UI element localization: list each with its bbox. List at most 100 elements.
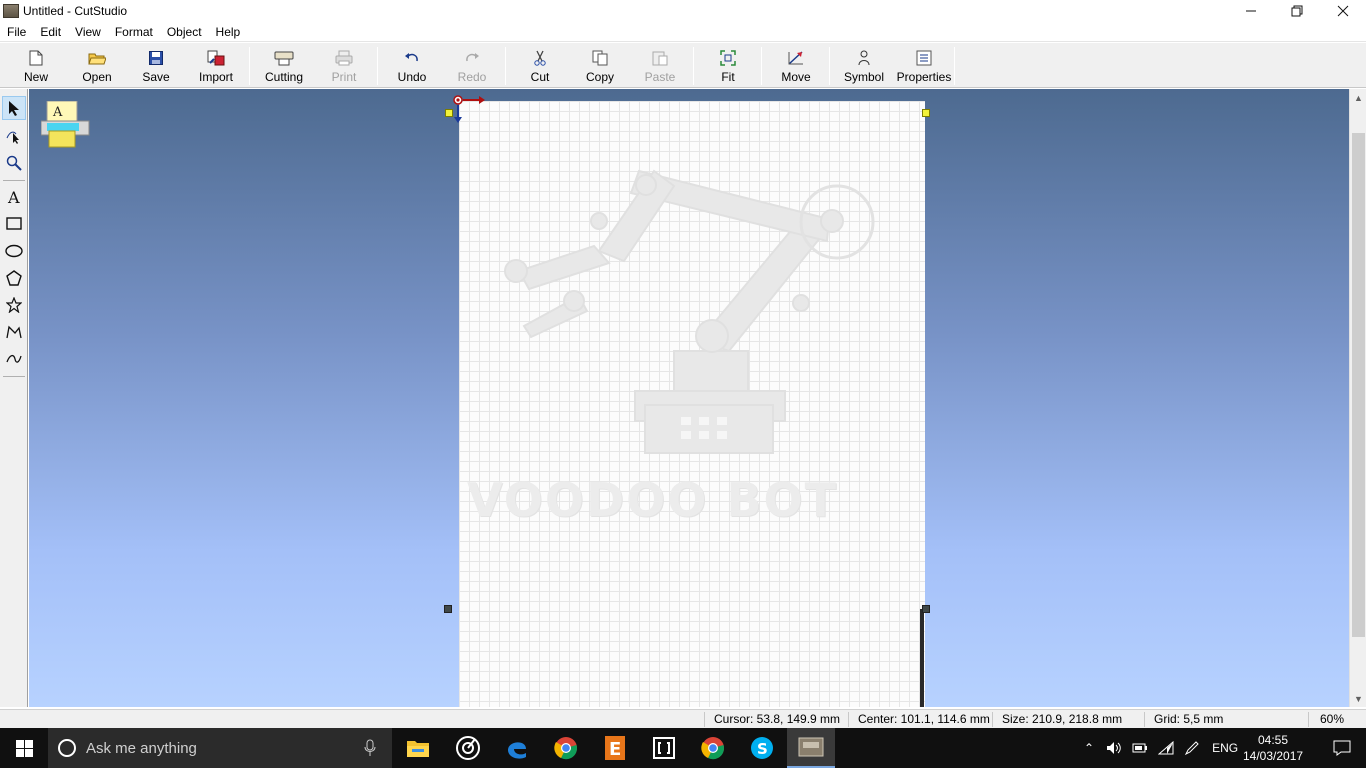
cut-button[interactable]: Cut <box>522 46 558 86</box>
fit-icon <box>718 48 738 68</box>
cutstudio-app-icon[interactable] <box>3 4 19 18</box>
search-placeholder: Ask me anything <box>86 739 197 757</box>
notification-icon <box>1333 740 1351 756</box>
selection-center: Center: 101.1, 114.6 mm <box>858 712 990 726</box>
taskbar-cutstudio[interactable] <box>787 728 835 768</box>
open-folder-icon <box>87 48 107 68</box>
title-bar: Untitled - CutStudio <box>0 0 1366 22</box>
text-object-thumbnail-icon[interactable]: A <box>40 100 91 154</box>
e-letter-app-icon: E <box>605 736 625 760</box>
taskbar-chrome-2[interactable] <box>689 728 737 768</box>
symbol-button[interactable]: Symbol <box>842 46 886 86</box>
selection-handle-top-left[interactable] <box>445 109 453 117</box>
move-button[interactable]: Move <box>776 46 816 86</box>
node-edit-tool[interactable] <box>2 124 26 148</box>
start-button[interactable] <box>0 728 48 768</box>
import-button[interactable]: Import <box>195 46 237 86</box>
new-document-icon <box>26 48 46 68</box>
action-center-button[interactable] <box>1318 728 1366 768</box>
select-tool[interactable] <box>2 96 26 120</box>
properties-button[interactable]: Properties <box>896 46 952 86</box>
taskbar-clock[interactable]: 04:55 14/03/2017 <box>1243 732 1303 764</box>
redo-icon <box>462 48 482 68</box>
battery-icon[interactable] <box>1132 742 1148 754</box>
selection-handle-bottom-right[interactable] <box>922 605 930 613</box>
file-explorer-icon <box>407 741 429 757</box>
star-tool[interactable] <box>2 293 26 317</box>
selection-handle-bottom-left[interactable] <box>444 605 452 613</box>
drawing-canvas[interactable]: A VOODOO BOT <box>29 89 1349 707</box>
taskbar-skype[interactable]: S <box>738 728 786 768</box>
menu-help[interactable]: Help <box>209 22 248 42</box>
cutter-icon <box>274 48 294 68</box>
undo-icon <box>402 48 422 68</box>
close-button[interactable] <box>1320 0 1366 22</box>
copy-button[interactable]: Copy <box>582 46 618 86</box>
restore-button[interactable] <box>1274 0 1320 22</box>
volume-icon[interactable] <box>1106 741 1122 755</box>
save-button[interactable]: Save <box>138 46 174 86</box>
import-icon <box>206 48 226 68</box>
copy-icon <box>590 48 610 68</box>
cursor-position: Cursor: 53.8, 149.9 mm <box>714 712 841 726</box>
origin-axis-icon[interactable] <box>453 95 493 125</box>
bracket-app-icon <box>653 737 675 759</box>
paste-button[interactable]: Paste <box>642 46 678 86</box>
menu-bar: File Edit View Format Object Help <box>0 22 1366 42</box>
wifi-icon[interactable] <box>1158 741 1174 755</box>
clock-time: 04:55 <box>1257 733 1289 747</box>
paper-sheet[interactable]: VOODOO BOT <box>459 101 925 707</box>
taskbar-chrome[interactable] <box>542 728 590 768</box>
menu-file[interactable]: File <box>0 22 33 42</box>
paper-shadow <box>920 609 924 707</box>
chrome-icon <box>701 737 724 760</box>
selection-handle-top-right[interactable] <box>922 109 930 117</box>
pen-ink-icon[interactable] <box>1184 740 1200 756</box>
undo-button[interactable]: Undo <box>394 46 430 86</box>
taskbar-file-explorer[interactable] <box>394 728 442 768</box>
fit-button[interactable]: Fit <box>712 46 744 86</box>
scroll-up-arrow-icon[interactable]: ▲ <box>1350 89 1366 106</box>
chrome-icon <box>554 737 577 760</box>
scroll-thumb[interactable] <box>1352 133 1365 637</box>
minimize-button[interactable] <box>1228 0 1274 22</box>
tray-chevron-up-icon[interactable]: ⌃ <box>1084 741 1094 755</box>
paste-icon <box>650 48 670 68</box>
properties-icon <box>914 48 934 68</box>
polyline-tool[interactable] <box>2 320 26 344</box>
symbol-icon <box>854 48 874 68</box>
system-tray: ⌃ ENG <box>1084 728 1238 768</box>
rectangle-tool[interactable] <box>2 212 26 236</box>
save-disk-icon <box>146 48 166 68</box>
print-button[interactable]: Print <box>326 46 362 86</box>
node-edit-icon <box>6 131 19 144</box>
cortana-circle-icon <box>58 739 76 757</box>
language-indicator[interactable]: ENG <box>1212 741 1238 755</box>
pentagon-icon <box>6 270 22 286</box>
polyline-icon <box>6 325 22 339</box>
scroll-down-arrow-icon[interactable]: ▼ <box>1350 690 1366 707</box>
menu-edit[interactable]: Edit <box>33 22 68 42</box>
polygon-tool[interactable] <box>2 266 26 290</box>
taskbar-media-app[interactable] <box>444 728 492 768</box>
target-circle-icon <box>456 736 480 760</box>
ellipse-tool[interactable] <box>2 239 26 263</box>
vertical-scrollbar[interactable]: ▲ ▼ <box>1349 89 1366 707</box>
zoom-tool[interactable] <box>2 151 26 175</box>
menu-object[interactable]: Object <box>160 22 209 42</box>
cortana-search-box[interactable]: Ask me anything <box>48 728 392 768</box>
new-button[interactable]: New <box>18 46 54 86</box>
open-button[interactable]: Open <box>78 46 116 86</box>
selection-size: Size: 210.9, 218.8 mm <box>1002 712 1123 726</box>
cutting-button[interactable]: Cutting <box>260 46 308 86</box>
edge-browser-icon <box>508 742 526 759</box>
redo-button[interactable]: Redo <box>454 46 490 86</box>
menu-format[interactable]: Format <box>108 22 160 42</box>
curve-tool[interactable] <box>2 347 26 371</box>
taskbar-edge[interactable] <box>493 728 541 768</box>
taskbar-bracket-app[interactable] <box>640 728 688 768</box>
text-tool[interactable]: A <box>2 185 26 209</box>
taskbar-e-app[interactable]: E <box>591 728 639 768</box>
menu-view[interactable]: View <box>68 22 108 42</box>
window-title: Untitled - CutStudio <box>23 4 128 18</box>
